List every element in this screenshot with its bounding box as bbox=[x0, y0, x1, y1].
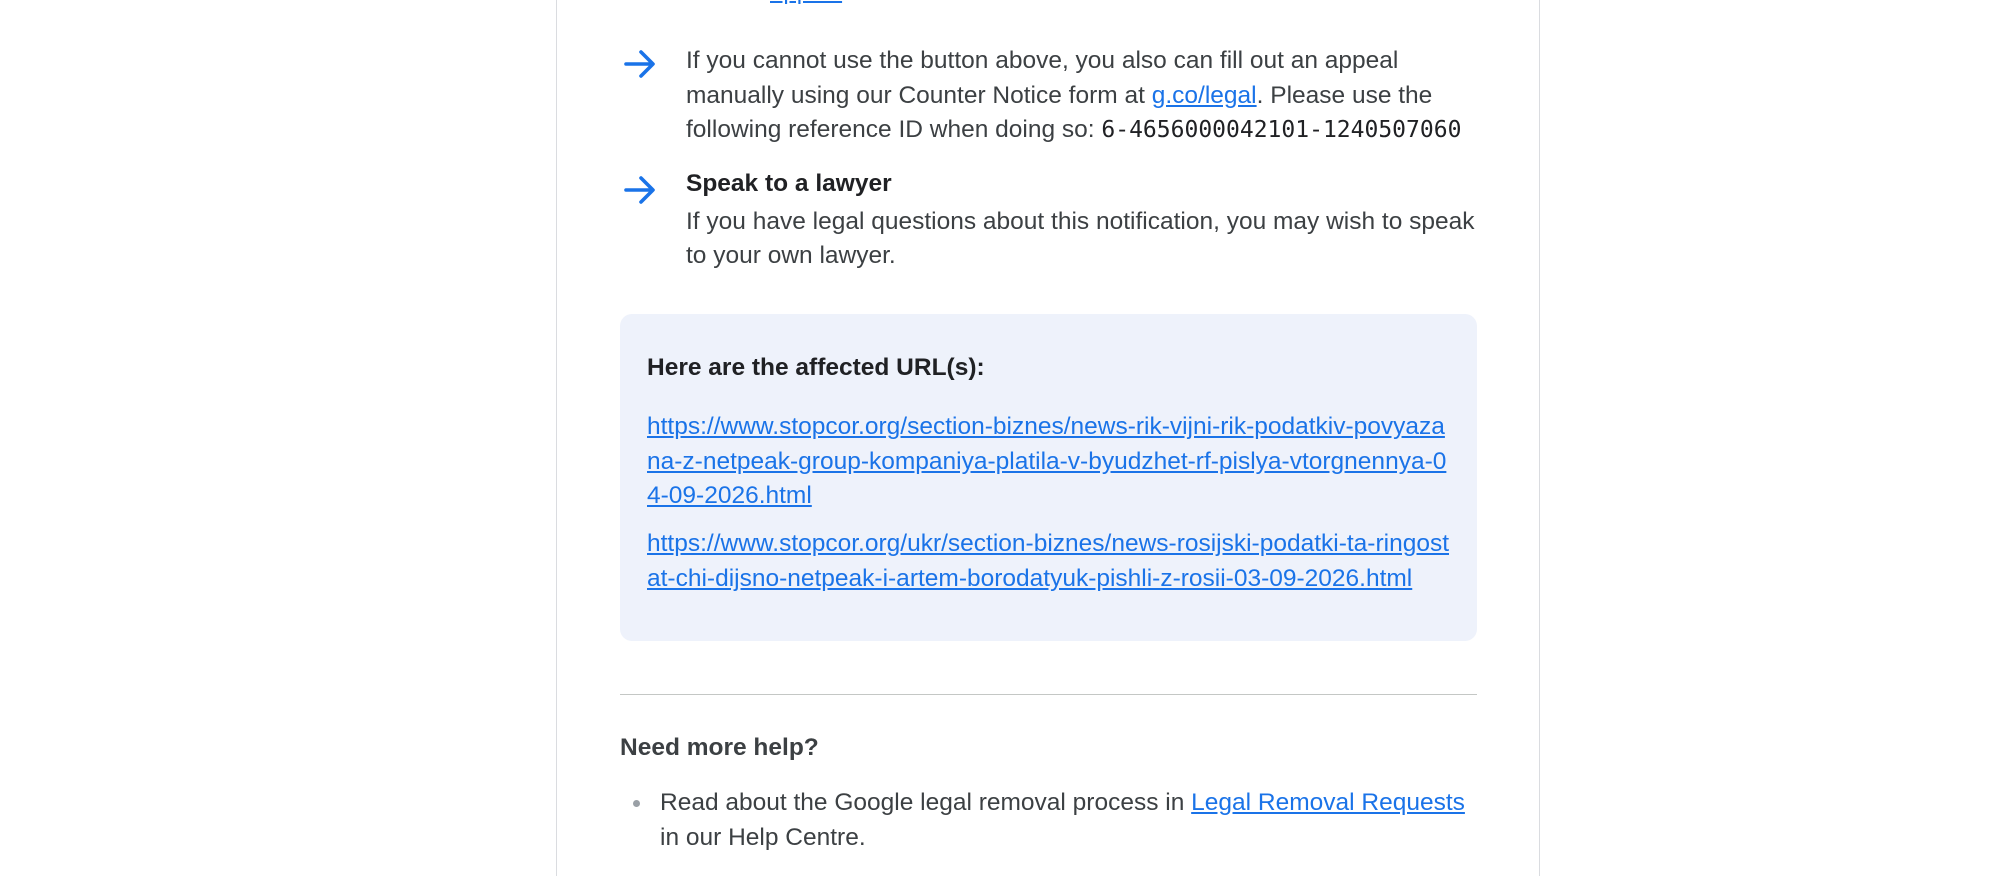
affected-url-link[interactable]: https://www.stopcor.org/section-biznes/n… bbox=[647, 410, 1457, 514]
appeal-link-partial[interactable]: appeal bbox=[770, 0, 842, 6]
affected-urls-box: Here are the affected URL(s): https://ww… bbox=[620, 314, 1477, 641]
divider bbox=[620, 694, 1477, 695]
step-lawyer-text: Speak to a lawyer If you have legal ques… bbox=[686, 167, 1486, 274]
g-co-legal-link[interactable]: g.co/legal bbox=[1152, 82, 1257, 109]
arrow-right-icon bbox=[624, 176, 655, 204]
bullet-icon bbox=[633, 800, 640, 807]
help-text-before: Read about the Google legal removal proc… bbox=[660, 789, 1192, 816]
help-item: Read about the Google legal removal proc… bbox=[660, 786, 1470, 855]
need-help-heading: Need more help? bbox=[620, 734, 819, 761]
affected-urls-heading: Here are the affected URL(s): bbox=[647, 354, 985, 381]
legal-removal-requests-link[interactable]: Legal Removal Requests bbox=[1191, 789, 1465, 816]
step-counter-notice-text: If you cannot use the button above, you … bbox=[686, 44, 1486, 148]
arrow-right-icon bbox=[624, 50, 655, 78]
reference-id: 6-4656000042101-1240507060 bbox=[1101, 117, 1462, 143]
affected-url-link[interactable]: https://www.stopcor.org/ukr/section-bizn… bbox=[647, 527, 1457, 596]
step-title: Speak to a lawyer bbox=[686, 170, 892, 197]
help-text-after: in our Help Centre. bbox=[660, 823, 866, 851]
step-description: If you have legal questions about this n… bbox=[686, 207, 1475, 270]
